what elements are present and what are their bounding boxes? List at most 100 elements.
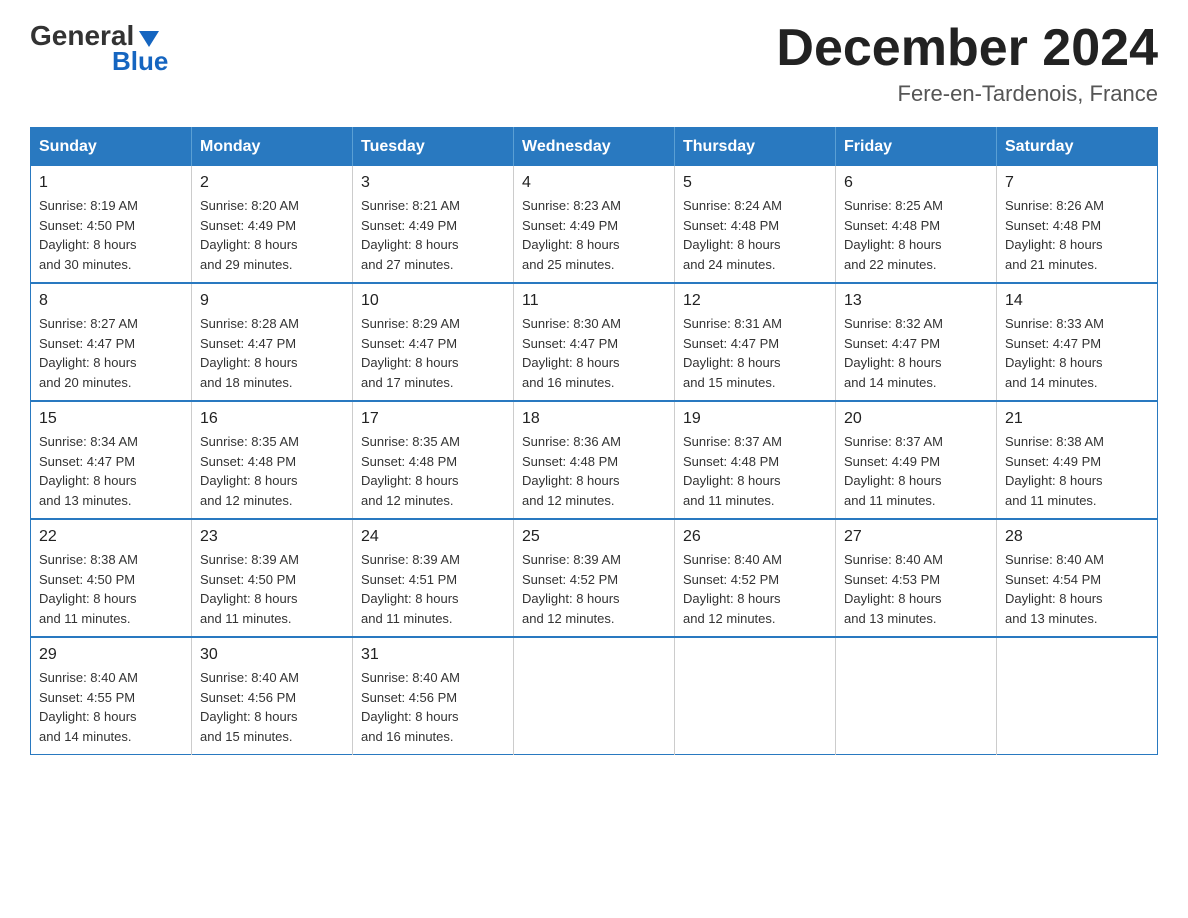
day-info: Sunrise: 8:34 AM Sunset: 4:47 PM Dayligh… xyxy=(39,432,183,510)
calendar-week-row: 15 Sunrise: 8:34 AM Sunset: 4:47 PM Dayl… xyxy=(31,401,1158,519)
calendar-week-row: 8 Sunrise: 8:27 AM Sunset: 4:47 PM Dayli… xyxy=(31,283,1158,401)
day-number: 28 xyxy=(1005,528,1149,546)
day-number: 5 xyxy=(683,174,827,192)
calendar-cell xyxy=(836,637,997,755)
day-number: 8 xyxy=(39,292,183,310)
calendar-cell xyxy=(675,637,836,755)
page-header: General Blue December 2024 Fere-en-Tarde… xyxy=(30,20,1158,107)
day-info: Sunrise: 8:30 AM Sunset: 4:47 PM Dayligh… xyxy=(522,314,666,392)
calendar-week-row: 1 Sunrise: 8:19 AM Sunset: 4:50 PM Dayli… xyxy=(31,166,1158,283)
day-number: 9 xyxy=(200,292,344,310)
calendar-cell: 19 Sunrise: 8:37 AM Sunset: 4:48 PM Dayl… xyxy=(675,401,836,519)
calendar-header-thursday: Thursday xyxy=(675,128,836,167)
day-number: 15 xyxy=(39,410,183,428)
calendar-cell: 20 Sunrise: 8:37 AM Sunset: 4:49 PM Dayl… xyxy=(836,401,997,519)
calendar-cell: 3 Sunrise: 8:21 AM Sunset: 4:49 PM Dayli… xyxy=(353,166,514,283)
day-number: 31 xyxy=(361,646,505,664)
day-info: Sunrise: 8:36 AM Sunset: 4:48 PM Dayligh… xyxy=(522,432,666,510)
day-number: 6 xyxy=(844,174,988,192)
day-number: 19 xyxy=(683,410,827,428)
calendar-header-row: SundayMondayTuesdayWednesdayThursdayFrid… xyxy=(31,128,1158,167)
day-info: Sunrise: 8:38 AM Sunset: 4:50 PM Dayligh… xyxy=(39,550,183,628)
calendar-cell: 15 Sunrise: 8:34 AM Sunset: 4:47 PM Dayl… xyxy=(31,401,192,519)
day-info: Sunrise: 8:29 AM Sunset: 4:47 PM Dayligh… xyxy=(361,314,505,392)
calendar-cell: 16 Sunrise: 8:35 AM Sunset: 4:48 PM Dayl… xyxy=(192,401,353,519)
day-info: Sunrise: 8:33 AM Sunset: 4:47 PM Dayligh… xyxy=(1005,314,1149,392)
day-number: 13 xyxy=(844,292,988,310)
calendar-cell xyxy=(514,637,675,755)
day-number: 14 xyxy=(1005,292,1149,310)
title-section: December 2024 Fere-en-Tardenois, France xyxy=(776,20,1158,107)
day-number: 23 xyxy=(200,528,344,546)
day-info: Sunrise: 8:39 AM Sunset: 4:52 PM Dayligh… xyxy=(522,550,666,628)
calendar-cell: 4 Sunrise: 8:23 AM Sunset: 4:49 PM Dayli… xyxy=(514,166,675,283)
day-info: Sunrise: 8:23 AM Sunset: 4:49 PM Dayligh… xyxy=(522,196,666,274)
day-number: 2 xyxy=(200,174,344,192)
day-info: Sunrise: 8:40 AM Sunset: 4:53 PM Dayligh… xyxy=(844,550,988,628)
day-info: Sunrise: 8:28 AM Sunset: 4:47 PM Dayligh… xyxy=(200,314,344,392)
day-info: Sunrise: 8:21 AM Sunset: 4:49 PM Dayligh… xyxy=(361,196,505,274)
day-number: 30 xyxy=(200,646,344,664)
day-number: 27 xyxy=(844,528,988,546)
day-info: Sunrise: 8:38 AM Sunset: 4:49 PM Dayligh… xyxy=(1005,432,1149,510)
day-number: 24 xyxy=(361,528,505,546)
day-info: Sunrise: 8:40 AM Sunset: 4:56 PM Dayligh… xyxy=(200,668,344,746)
day-info: Sunrise: 8:37 AM Sunset: 4:49 PM Dayligh… xyxy=(844,432,988,510)
day-number: 26 xyxy=(683,528,827,546)
calendar-header-wednesday: Wednesday xyxy=(514,128,675,167)
calendar-cell: 29 Sunrise: 8:40 AM Sunset: 4:55 PM Dayl… xyxy=(31,637,192,755)
calendar-cell: 17 Sunrise: 8:35 AM Sunset: 4:48 PM Dayl… xyxy=(353,401,514,519)
day-info: Sunrise: 8:32 AM Sunset: 4:47 PM Dayligh… xyxy=(844,314,988,392)
calendar-cell: 22 Sunrise: 8:38 AM Sunset: 4:50 PM Dayl… xyxy=(31,519,192,637)
calendar-cell: 27 Sunrise: 8:40 AM Sunset: 4:53 PM Dayl… xyxy=(836,519,997,637)
calendar-cell: 24 Sunrise: 8:39 AM Sunset: 4:51 PM Dayl… xyxy=(353,519,514,637)
calendar-cell: 13 Sunrise: 8:32 AM Sunset: 4:47 PM Dayl… xyxy=(836,283,997,401)
calendar-cell: 5 Sunrise: 8:24 AM Sunset: 4:48 PM Dayli… xyxy=(675,166,836,283)
calendar-cell: 10 Sunrise: 8:29 AM Sunset: 4:47 PM Dayl… xyxy=(353,283,514,401)
day-info: Sunrise: 8:37 AM Sunset: 4:48 PM Dayligh… xyxy=(683,432,827,510)
calendar-cell: 14 Sunrise: 8:33 AM Sunset: 4:47 PM Dayl… xyxy=(997,283,1158,401)
calendar-cell: 1 Sunrise: 8:19 AM Sunset: 4:50 PM Dayli… xyxy=(31,166,192,283)
day-number: 20 xyxy=(844,410,988,428)
day-info: Sunrise: 8:25 AM Sunset: 4:48 PM Dayligh… xyxy=(844,196,988,274)
calendar-week-row: 29 Sunrise: 8:40 AM Sunset: 4:55 PM Dayl… xyxy=(31,637,1158,755)
day-number: 16 xyxy=(200,410,344,428)
day-number: 18 xyxy=(522,410,666,428)
page-subtitle: Fere-en-Tardenois, France xyxy=(776,81,1158,107)
calendar-cell xyxy=(997,637,1158,755)
calendar-header-sunday: Sunday xyxy=(31,128,192,167)
day-number: 21 xyxy=(1005,410,1149,428)
day-info: Sunrise: 8:31 AM Sunset: 4:47 PM Dayligh… xyxy=(683,314,827,392)
day-info: Sunrise: 8:39 AM Sunset: 4:50 PM Dayligh… xyxy=(200,550,344,628)
calendar-cell: 9 Sunrise: 8:28 AM Sunset: 4:47 PM Dayli… xyxy=(192,283,353,401)
day-info: Sunrise: 8:24 AM Sunset: 4:48 PM Dayligh… xyxy=(683,196,827,274)
day-info: Sunrise: 8:20 AM Sunset: 4:49 PM Dayligh… xyxy=(200,196,344,274)
day-info: Sunrise: 8:27 AM Sunset: 4:47 PM Dayligh… xyxy=(39,314,183,392)
day-info: Sunrise: 8:19 AM Sunset: 4:50 PM Dayligh… xyxy=(39,196,183,274)
calendar-cell: 2 Sunrise: 8:20 AM Sunset: 4:49 PM Dayli… xyxy=(192,166,353,283)
calendar-cell: 6 Sunrise: 8:25 AM Sunset: 4:48 PM Dayli… xyxy=(836,166,997,283)
calendar-cell: 21 Sunrise: 8:38 AM Sunset: 4:49 PM Dayl… xyxy=(997,401,1158,519)
day-number: 25 xyxy=(522,528,666,546)
calendar-header-friday: Friday xyxy=(836,128,997,167)
day-number: 22 xyxy=(39,528,183,546)
day-number: 1 xyxy=(39,174,183,192)
day-info: Sunrise: 8:40 AM Sunset: 4:55 PM Dayligh… xyxy=(39,668,183,746)
day-info: Sunrise: 8:40 AM Sunset: 4:52 PM Dayligh… xyxy=(683,550,827,628)
logo-triangle-icon xyxy=(139,31,159,47)
calendar-header-tuesday: Tuesday xyxy=(353,128,514,167)
calendar-cell: 11 Sunrise: 8:30 AM Sunset: 4:47 PM Dayl… xyxy=(514,283,675,401)
calendar-cell: 26 Sunrise: 8:40 AM Sunset: 4:52 PM Dayl… xyxy=(675,519,836,637)
day-number: 12 xyxy=(683,292,827,310)
calendar-week-row: 22 Sunrise: 8:38 AM Sunset: 4:50 PM Dayl… xyxy=(31,519,1158,637)
day-info: Sunrise: 8:40 AM Sunset: 4:54 PM Dayligh… xyxy=(1005,550,1149,628)
day-info: Sunrise: 8:39 AM Sunset: 4:51 PM Dayligh… xyxy=(361,550,505,628)
calendar-cell: 8 Sunrise: 8:27 AM Sunset: 4:47 PM Dayli… xyxy=(31,283,192,401)
calendar-cell: 12 Sunrise: 8:31 AM Sunset: 4:47 PM Dayl… xyxy=(675,283,836,401)
day-number: 17 xyxy=(361,410,505,428)
logo: General Blue xyxy=(30,20,168,77)
logo-blue-subtitle: Blue xyxy=(112,46,168,77)
calendar-table: SundayMondayTuesdayWednesdayThursdayFrid… xyxy=(30,127,1158,755)
calendar-cell: 7 Sunrise: 8:26 AM Sunset: 4:48 PM Dayli… xyxy=(997,166,1158,283)
calendar-cell: 23 Sunrise: 8:39 AM Sunset: 4:50 PM Dayl… xyxy=(192,519,353,637)
